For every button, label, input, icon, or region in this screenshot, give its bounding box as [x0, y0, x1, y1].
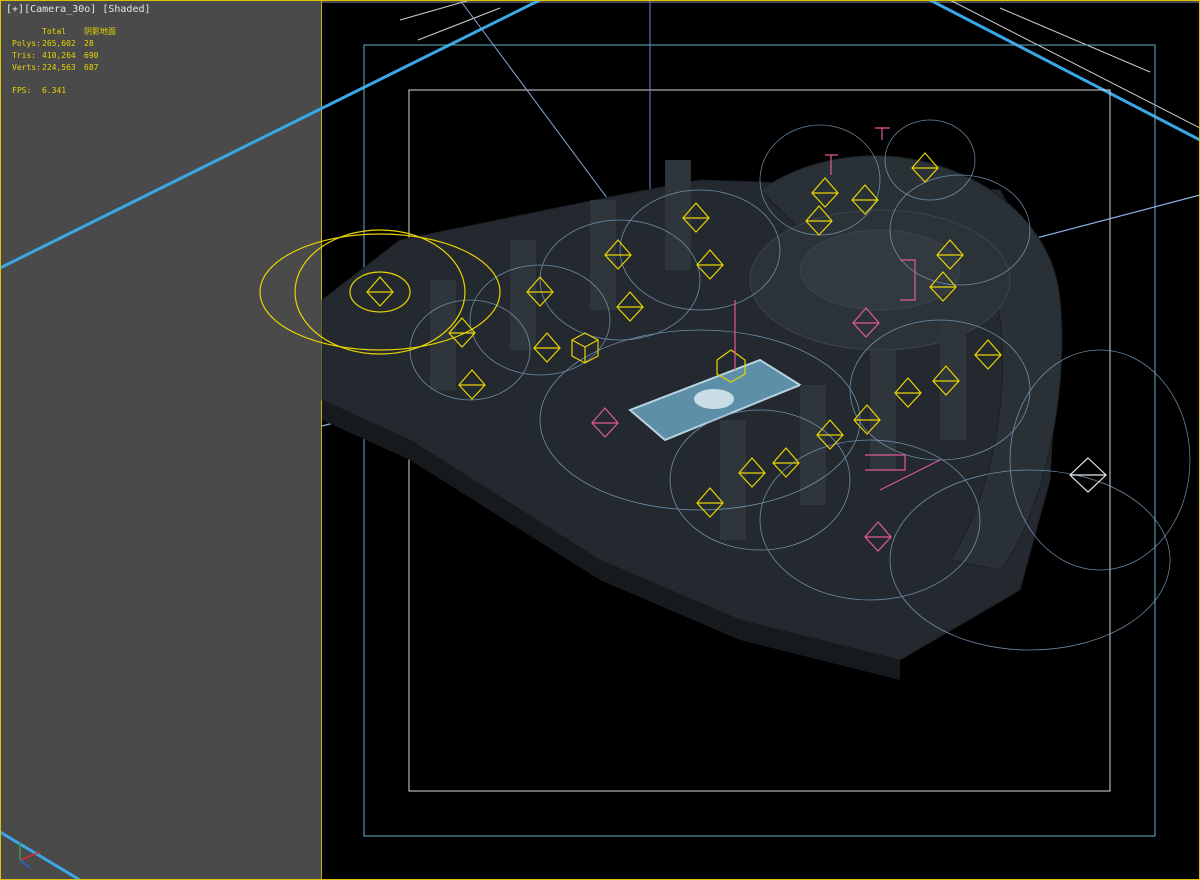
stats-col-selection: 阴影地面: [84, 27, 116, 36]
stats-col-total: Total: [42, 27, 67, 36]
viewport-menu-button[interactable]: [+]: [6, 4, 24, 15]
camera-frustum-line: [0, 830, 81, 880]
camera-frustum-line: [929, 0, 1200, 142]
statistics-panel: Total 阴影地面 Polys: 265,602 28 Tris: 410,2…: [12, 26, 144, 74]
light-target-icon[interactable]: [1069, 457, 1107, 493]
fps-label: FPS:: [12, 86, 32, 95]
fps-value: 6.341: [42, 86, 67, 95]
stats-row-polys: Polys: 265,602 28: [12, 39, 94, 48]
viewport-camera-button[interactable]: [Camera_30o]: [24, 4, 96, 15]
pool-emblem: [694, 389, 734, 409]
camera-frustum-line: [999, 7, 1151, 73]
stats-row-verts: Verts: 224,563 687: [12, 63, 99, 72]
fps-readout: FPS: 6.341: [12, 86, 66, 95]
scene-canvas[interactable]: [0, 0, 1200, 880]
camera-frustum-line: [417, 7, 501, 41]
stats-header-row: Total 阴影地面: [12, 26, 144, 38]
viewport-shading-button[interactable]: [Shaded]: [102, 4, 150, 15]
viewport-label: [+][Camera_30o] [Shaded]: [6, 4, 151, 15]
camera-frustum-line: [949, 0, 1200, 129]
stats-row-tris: Tris: 410,264 690: [12, 51, 99, 60]
perspective-viewport[interactable]: [+][Camera_30o] [Shaded] Total 阴影地面 Poly…: [0, 0, 1200, 880]
camera-frustum-line: [399, 0, 471, 21]
central-platform-top: [799, 229, 961, 311]
